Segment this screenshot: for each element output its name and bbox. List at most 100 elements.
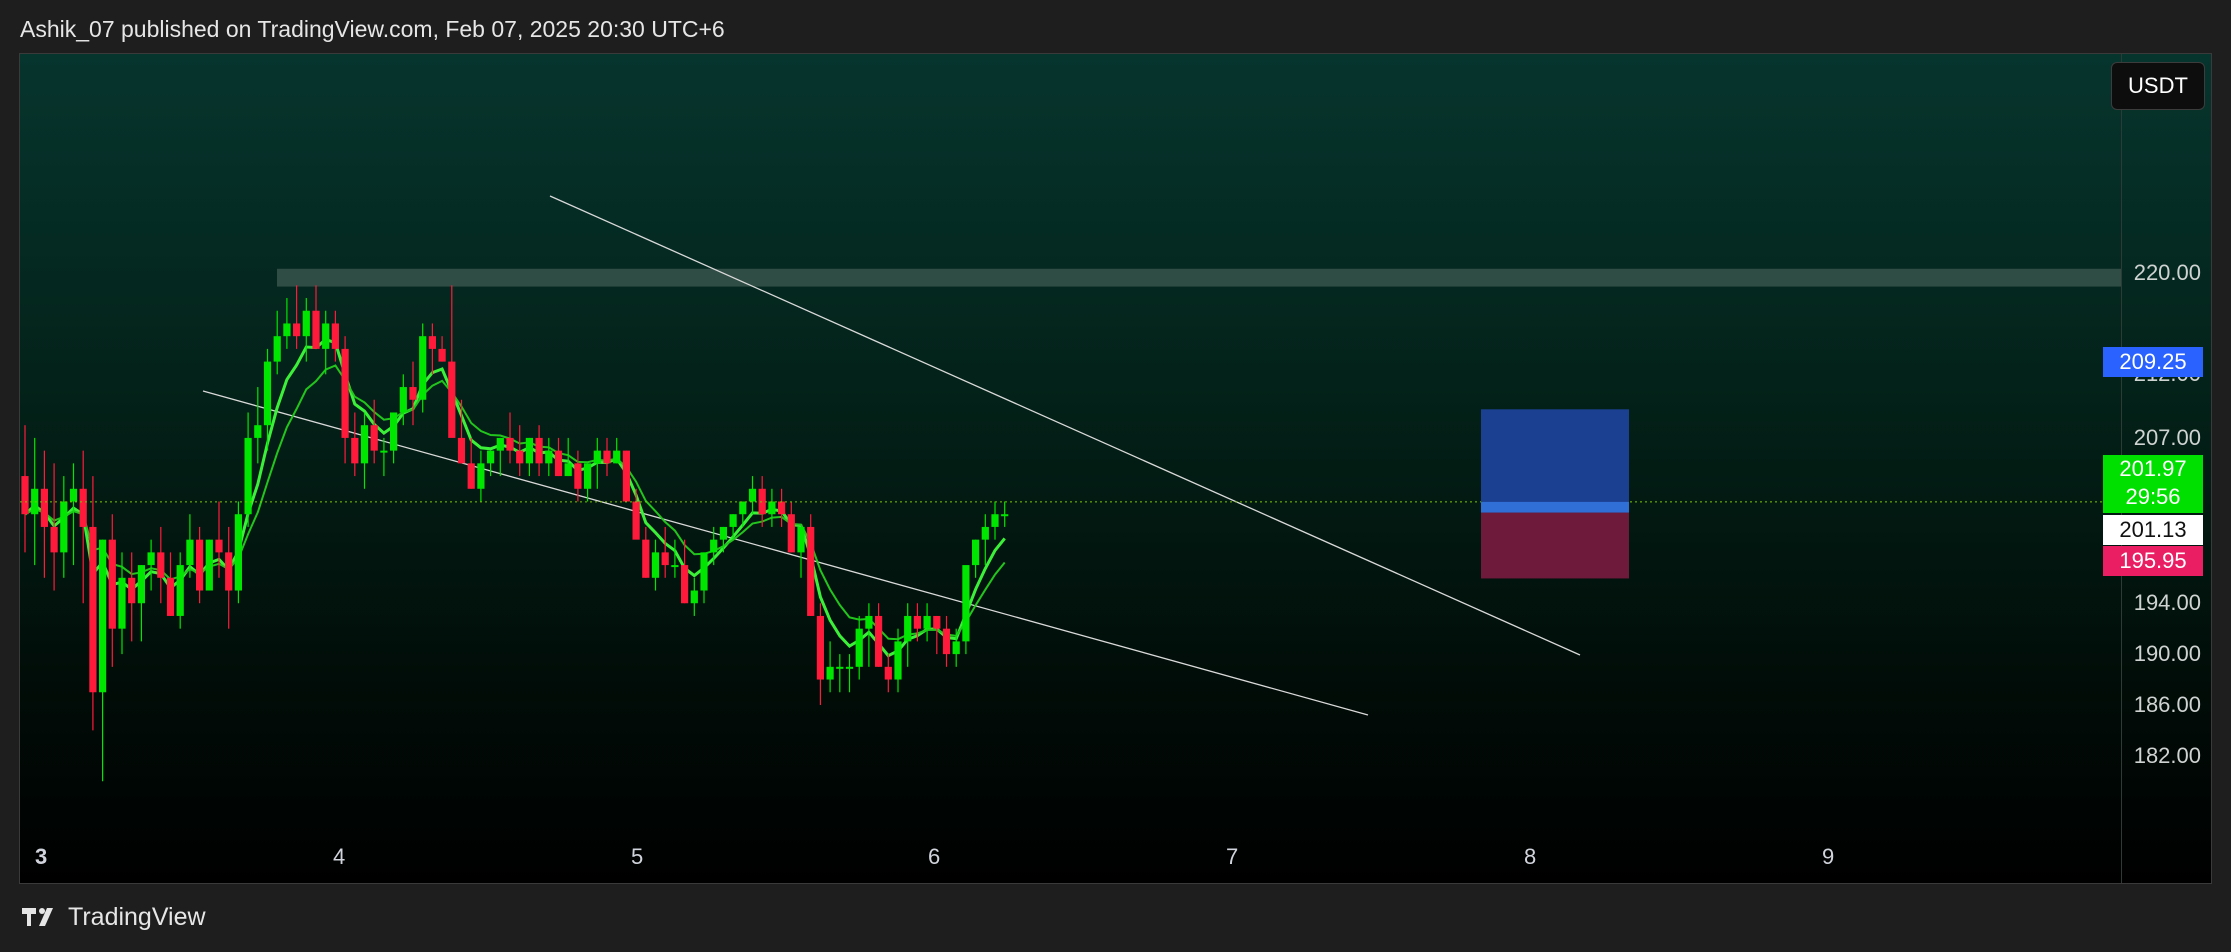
candle-body xyxy=(428,336,436,349)
last-price-tag: 201.97 29:56 xyxy=(2103,455,2203,513)
candle xyxy=(312,285,320,349)
candle xyxy=(816,603,824,705)
candle-body xyxy=(234,514,242,591)
candle-body xyxy=(31,488,39,515)
candle xyxy=(778,488,786,527)
candle xyxy=(60,476,68,578)
candle xyxy=(545,437,553,477)
candle-body xyxy=(467,463,475,489)
time-tick-label: 4 xyxy=(333,844,346,869)
price-tick-label: 182.00 xyxy=(2133,742,2201,768)
currency-selector[interactable]: USDT xyxy=(2111,62,2205,110)
candle-body xyxy=(700,552,708,591)
candle-body xyxy=(826,666,834,680)
candle-body xyxy=(331,323,339,349)
candle xyxy=(516,425,524,477)
candle-body xyxy=(244,437,252,515)
candle xyxy=(651,539,660,591)
price-tick-label: 207.00 xyxy=(2133,424,2201,450)
candle xyxy=(360,412,369,489)
candle xyxy=(283,298,291,349)
candle-body xyxy=(477,463,485,489)
candle-body xyxy=(409,387,417,400)
candle-body xyxy=(981,526,989,540)
candle-body xyxy=(729,514,737,527)
candle-body xyxy=(99,539,107,693)
candle xyxy=(108,514,116,667)
target-price-tag: 209.25 xyxy=(2103,347,2203,377)
candle xyxy=(933,615,941,655)
price-tick-label: 190.00 xyxy=(2133,641,2201,667)
candle xyxy=(836,654,844,693)
candle-body xyxy=(603,450,611,464)
candle-body xyxy=(487,450,495,464)
candle-body xyxy=(215,539,223,553)
candle-body xyxy=(671,565,679,568)
candle-body xyxy=(661,552,669,566)
candle xyxy=(826,641,834,693)
candle xyxy=(390,412,398,464)
candle-body xyxy=(351,437,359,464)
candle-body xyxy=(913,615,921,629)
candle-body xyxy=(884,666,892,680)
candle-body xyxy=(923,615,931,629)
candle-body xyxy=(554,450,563,477)
candle xyxy=(700,552,708,604)
candle xyxy=(845,654,854,693)
candle xyxy=(128,552,136,642)
candle-body xyxy=(60,501,68,553)
chart-pane[interactable]: USDT 220.00212.00207.00194.00190.00186.0… xyxy=(19,53,2212,884)
candlestick-chart[interactable] xyxy=(20,54,2211,883)
candle xyxy=(923,603,931,642)
tradingview-brand: TradingView xyxy=(68,903,206,931)
candle-body xyxy=(972,539,980,566)
tradingview-logo-icon xyxy=(22,908,53,926)
candle-body xyxy=(312,310,320,349)
candle xyxy=(341,336,349,464)
candle xyxy=(748,476,757,515)
candle-body xyxy=(79,488,87,527)
candle-body xyxy=(448,361,456,438)
candle xyxy=(448,285,456,438)
candle xyxy=(535,425,543,477)
candle-body xyxy=(283,323,291,337)
candle-body xyxy=(748,488,757,502)
candle-body xyxy=(933,615,941,629)
entry-band xyxy=(1481,501,1629,513)
candle xyxy=(467,437,475,489)
candle-body xyxy=(758,488,766,515)
candle-body xyxy=(797,526,805,553)
candle-body xyxy=(816,615,824,680)
candle xyxy=(225,526,233,629)
candle-body xyxy=(787,514,795,553)
price-tick-label: 220.00 xyxy=(2133,259,2201,285)
stop-zone xyxy=(1481,512,1629,579)
time-tick-label: 9 xyxy=(1822,844,1835,869)
candle xyxy=(768,488,776,527)
candle xyxy=(380,437,388,477)
candle-body xyxy=(496,437,504,451)
candle-body xyxy=(205,539,213,591)
candle xyxy=(69,463,78,566)
candle-body xyxy=(89,526,97,693)
candle-body xyxy=(613,450,621,464)
candle-body xyxy=(836,666,844,669)
candle xyxy=(574,450,582,502)
time-tick-label: 6 xyxy=(928,844,941,869)
candle-body xyxy=(564,463,572,477)
candle-body xyxy=(506,437,514,451)
candle xyxy=(31,437,39,566)
footer-branding: TradingView xyxy=(20,902,206,932)
candle xyxy=(496,437,504,477)
candle-body xyxy=(341,348,349,438)
candle xyxy=(807,514,815,616)
entry-price-tag: 201.13 xyxy=(2103,515,2203,545)
candle xyxy=(584,463,592,502)
time-tick-label: 8 xyxy=(1524,844,1537,869)
time-tick-label: 5 xyxy=(631,844,644,869)
candle xyxy=(855,615,863,680)
candle xyxy=(981,514,989,566)
candle xyxy=(506,412,514,464)
candle-body xyxy=(525,437,533,464)
candle xyxy=(176,552,184,629)
